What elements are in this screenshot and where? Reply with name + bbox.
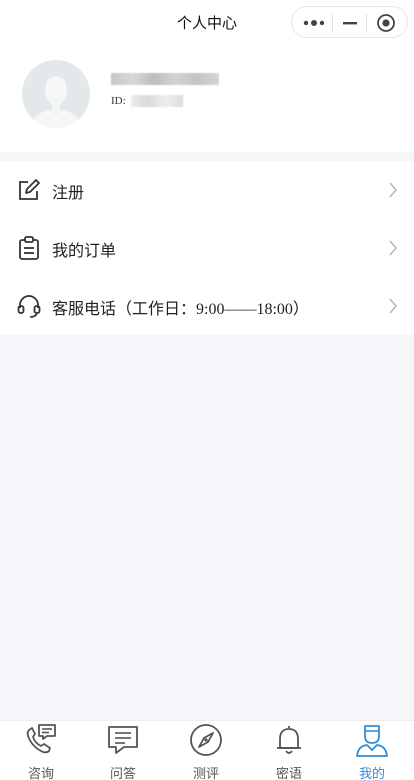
- default-avatar-icon[interactable]: [22, 60, 90, 128]
- menu-item-customer-service[interactable]: 客服电话（工作日：9:00——18:00）: [0, 277, 414, 335]
- tab-whisper[interactable]: 密语: [248, 721, 330, 780]
- headset-icon: [17, 295, 41, 318]
- user-id-blurred: [131, 95, 183, 107]
- mini-program-capsule: [291, 6, 408, 38]
- nav-bar: 个人中心: [0, 0, 414, 44]
- bottom-tab-bar: 咨询 问答 测评 密语 我的: [0, 720, 414, 780]
- tab-label-qa: 问答: [109, 767, 136, 780]
- clipboard-icon: [19, 236, 39, 260]
- tab-label-assessment: 测评: [192, 767, 219, 780]
- tab-assessment[interactable]: 测评: [165, 721, 247, 780]
- tab-label-consult: 咨询: [27, 767, 54, 780]
- tab-mine[interactable]: 我的: [331, 721, 413, 780]
- chevron-right-icon: [389, 240, 397, 256]
- username-blurred: [111, 73, 219, 85]
- minimize-icon[interactable]: [342, 15, 358, 31]
- settings-menu: 注册 我的订单 客服电话（工作日：9:00——18:00）: [0, 161, 414, 335]
- profile-card[interactable]: ID:: [0, 44, 414, 152]
- capsule-divider: [366, 14, 367, 32]
- chat-bubble-icon: [108, 726, 138, 754]
- menu-label-my-orders: 我的订单: [52, 243, 117, 260]
- tab-label-mine: 我的: [358, 767, 385, 780]
- capsule-divider: [332, 14, 333, 32]
- compass-icon: [190, 724, 222, 756]
- chevron-right-icon: [389, 182, 397, 198]
- menu-label-register: 注册: [52, 185, 85, 202]
- chevron-right-icon: [389, 298, 397, 314]
- menu-item-register[interactable]: 注册: [0, 161, 414, 219]
- phone-chat-icon: [26, 724, 56, 754]
- tab-qa[interactable]: 问答: [82, 721, 164, 780]
- bell-icon: [277, 726, 301, 754]
- tab-label-whisper: 密语: [275, 767, 302, 780]
- more-dots-icon[interactable]: [302, 15, 326, 31]
- user-id-label: ID:: [111, 95, 126, 107]
- target-close-icon[interactable]: [376, 13, 396, 33]
- menu-item-my-orders[interactable]: 我的订单: [0, 219, 414, 277]
- edit-icon: [19, 179, 40, 200]
- menu-label-customer-service: 客服电话（工作日：9:00——18:00）: [52, 301, 309, 318]
- tab-consult[interactable]: 咨询: [0, 721, 82, 780]
- user-icon: [356, 725, 388, 757]
